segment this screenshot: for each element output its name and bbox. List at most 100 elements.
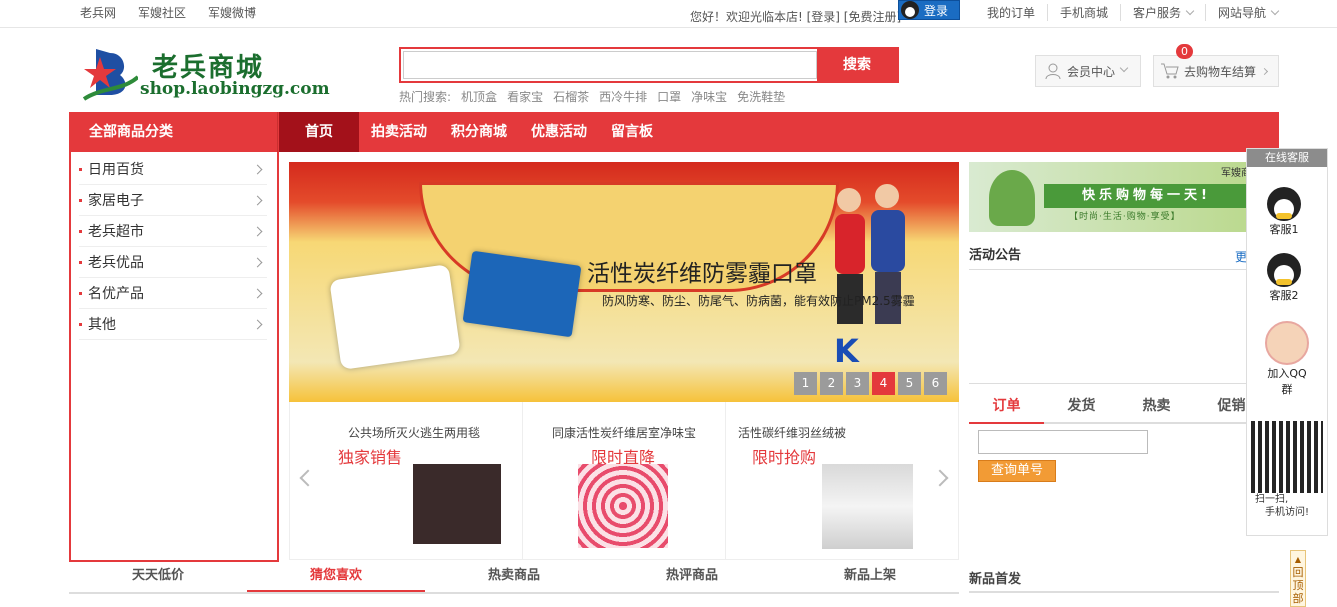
tab-shipping[interactable]: 发货 — [1044, 394, 1119, 422]
welcome-text[interactable]: 您好！欢迎光临本店! [登录] [免费注册] — [690, 8, 901, 25]
slide-dot[interactable]: 6 — [924, 372, 947, 395]
link-laobing-net[interactable]: 老兵网 — [80, 4, 116, 21]
hot-search: 热门搜索: 机顶盒 看家宝 石榴茶 西冷牛排 口罩 净味宝 免洗鞋垫 — [399, 88, 785, 105]
chevron-down-icon — [1119, 63, 1129, 73]
ad-subtitle: 【时尚·生活·购物·享受】 — [1069, 212, 1181, 222]
sidebar-item-premium[interactable]: 老兵优品 — [79, 247, 267, 278]
all-categories[interactable]: 全部商品分类 — [69, 112, 278, 152]
member-center-label: 会员中心 — [1067, 64, 1116, 79]
mask-box-image — [462, 250, 582, 338]
nav-item-promotions[interactable]: 优惠活动 — [519, 112, 599, 152]
hot-term[interactable]: 西冷牛排 — [599, 88, 647, 105]
promo-card[interactable]: 活性碳纤维羽丝绒被 限时抢购 — [726, 402, 960, 560]
service-agent-2[interactable]: 客服2 — [1267, 253, 1301, 303]
nav-items: 首页 拍卖活动 积分商城 优惠活动 留言板 — [279, 112, 665, 152]
cart-button[interactable]: 0 去购物车结算 — [1153, 44, 1279, 87]
slide-dot[interactable]: 3 — [846, 372, 869, 395]
sidebar-item-famous-products[interactable]: 名优产品 — [79, 278, 267, 309]
chevron-right-icon — [252, 195, 263, 206]
chevron-down-icon — [1185, 6, 1195, 16]
bullet-icon — [79, 198, 82, 202]
order-query-panel: 订单 发货 热卖 促销 查询单号 — [969, 394, 1269, 560]
hot-term[interactable]: 机顶盒 — [461, 88, 497, 105]
ad-banner[interactable]: 军嫂商城 快乐购物每一天! 【时尚·生活·购物·享受】 — [969, 162, 1269, 232]
product-tabs: 天天低价 猜您喜欢 热卖商品 热评商品 新品上架 — [69, 564, 959, 594]
promo-card[interactable]: 同康活性炭纤维居室净味宝 限时直降 — [523, 402, 726, 560]
bullet-icon — [79, 322, 82, 326]
sidebar-item-label: 其他 — [88, 317, 116, 333]
qr-caption-line-1: 扫一扫, — [1255, 494, 1289, 505]
tab-top-rated[interactable]: 热评商品 — [603, 564, 781, 592]
tab-new-arrivals[interactable]: 新品上架 — [781, 564, 959, 592]
bullet-icon — [79, 291, 82, 295]
qq-login-button[interactable]: 登录 — [898, 0, 960, 20]
chevron-right-icon — [252, 257, 263, 268]
service-agent-1[interactable]: 客服1 — [1267, 187, 1301, 237]
sidebar-item-supermarket[interactable]: 老兵超市 — [79, 216, 267, 247]
slide-dot[interactable]: 2 — [820, 372, 843, 395]
chevron-right-icon — [1260, 67, 1269, 75]
promo-card[interactable]: 公共场所灭火逃生两用毯 独家销售 — [290, 402, 523, 560]
main-nav: 全部商品分类 首页 拍卖活动 积分商城 优惠活动 留言板 — [69, 112, 1279, 152]
new-first-title: 新品首发 — [969, 572, 1022, 587]
tab-hot-products[interactable]: 热卖商品 — [425, 564, 603, 592]
site-logo[interactable]: 老兵商城 shop.laobingzg.com — [80, 45, 330, 103]
hot-term[interactable]: 净味宝 — [691, 88, 727, 105]
search-input[interactable] — [403, 51, 817, 79]
join-qq-group[interactable]: 加入QQ群 — [1263, 321, 1311, 397]
back-to-top-label: 回顶部 — [1292, 566, 1304, 605]
nav-item-home[interactable]: 首页 — [279, 112, 359, 152]
link-junsao-community[interactable]: 军嫂社区 — [138, 4, 186, 21]
agent-label: 客服1 — [1269, 223, 1299, 236]
search-box: 搜索 — [399, 47, 899, 83]
nav-item-auction[interactable]: 拍卖活动 — [359, 112, 439, 152]
logo-url: shop.laobingzg.com — [140, 79, 330, 99]
divider — [969, 591, 1279, 593]
order-number-input[interactable] — [978, 430, 1148, 454]
hot-term[interactable]: 口罩 — [657, 88, 681, 105]
qq-penguin-icon — [901, 1, 919, 19]
customer-service-label: 客户服务 — [1133, 6, 1182, 20]
sidebar-item-label: 日用百货 — [88, 162, 144, 178]
customer-service-menu[interactable]: 客户服务 — [1120, 4, 1205, 21]
sidebar-item-label: 老兵超市 — [88, 224, 144, 240]
top-right-links: 我的订单 手机商城 客户服务 网站导航 — [975, 4, 1290, 21]
sidebar-item-home-electronics[interactable]: 家居电子 — [79, 185, 267, 216]
link-junsao-weibo[interactable]: 军嫂微博 — [208, 4, 256, 21]
chevron-right-icon — [252, 319, 263, 330]
chevron-right-icon — [252, 164, 263, 175]
slide-dot[interactable]: 5 — [898, 372, 921, 395]
service-title: 在线客服 — [1247, 149, 1327, 167]
order-tabs: 订单 发货 热卖 促销 — [969, 394, 1269, 424]
sidebar-item-daily-goods[interactable]: 日用百货 — [79, 154, 267, 185]
site-nav-label: 网站导航 — [1218, 6, 1267, 20]
cart-label: 去购物车结算 — [1184, 64, 1257, 79]
hot-term[interactable]: 免洗鞋垫 — [737, 88, 785, 105]
slide-dot-active[interactable]: 4 — [872, 372, 895, 395]
tab-orders[interactable]: 订单 — [969, 394, 1044, 424]
tab-daily-low-price[interactable]: 天天低价 — [69, 564, 247, 592]
member-center-button[interactable]: 会员中心 — [1035, 55, 1141, 87]
hot-term[interactable]: 石榴茶 — [553, 88, 589, 105]
mobile-mall-link[interactable]: 手机商城 — [1047, 4, 1120, 21]
nav-item-message-board[interactable]: 留言板 — [599, 112, 665, 152]
cart-count-badge: 0 — [1176, 44, 1193, 59]
promo-tag: 独家销售 — [338, 448, 403, 467]
slide-dot[interactable]: 1 — [794, 372, 817, 395]
chevron-right-icon — [252, 226, 263, 237]
site-nav-menu[interactable]: 网站导航 — [1205, 4, 1290, 21]
hero-banner[interactable]: 活性炭纤维防雾霾口罩 防风防寒、防尘、防尾气、防病菌，能有效防止PM2.5雾霾 … — [289, 162, 959, 402]
online-service-panel: 在线客服 客服1 客服2 加入QQ群 扫一扫, 手机访问! — [1246, 148, 1328, 536]
nav-item-points-mall[interactable]: 积分商城 — [439, 112, 519, 152]
search-button[interactable]: 搜索 — [817, 49, 897, 81]
hot-term[interactable]: 看家宝 — [507, 88, 543, 105]
tab-guess-you-like[interactable]: 猜您喜欢 — [247, 564, 425, 592]
bullet-icon — [79, 167, 82, 171]
chevron-down-icon — [1270, 6, 1280, 16]
my-orders-link[interactable]: 我的订单 — [975, 4, 1047, 21]
tab-hot[interactable]: 热卖 — [1119, 394, 1194, 422]
agent-label: 客服2 — [1269, 289, 1299, 302]
back-to-top-button[interactable]: ▲ 回顶部 — [1290, 550, 1306, 607]
sidebar-item-other[interactable]: 其他 — [79, 309, 267, 340]
query-order-button[interactable]: 查询单号 — [978, 460, 1056, 482]
